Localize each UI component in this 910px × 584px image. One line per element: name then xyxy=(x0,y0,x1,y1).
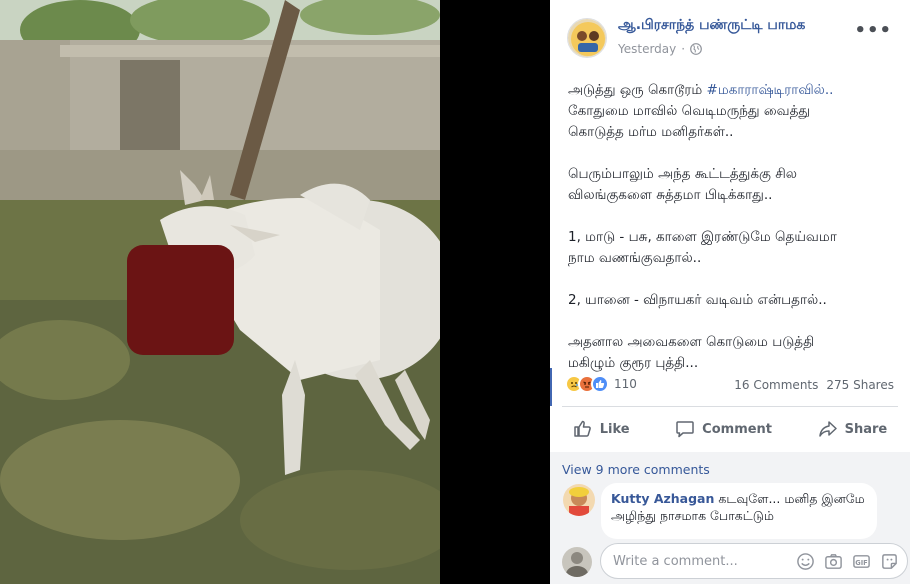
comment-composer: GIF xyxy=(550,540,910,584)
post-stats: 110 16 Comments 275 Shares xyxy=(550,372,910,400)
camera-icon[interactable] xyxy=(824,552,843,571)
cow-photo-illustration xyxy=(0,0,440,584)
comment-button[interactable]: Comment xyxy=(667,413,780,445)
share-icon xyxy=(818,421,837,437)
post-paragraph: 1, மாடு - பசு, காளை இரண்டுமே தெய்வமா நாம… xyxy=(568,229,837,266)
redaction-block xyxy=(127,245,234,355)
comment-tools: GIF xyxy=(796,552,899,571)
thumbs-up-icon xyxy=(574,420,591,437)
photo-viewer: ஆ.பிரசாந்த் பண்ருட்டி பாமக Yesterday · •… xyxy=(0,0,910,584)
reaction-count: 110 xyxy=(614,377,637,391)
share-button[interactable]: Share xyxy=(810,413,896,445)
shares-count[interactable]: 275 Shares xyxy=(826,378,894,392)
post-timestamp[interactable]: Yesterday xyxy=(618,42,676,56)
like-reaction-icon xyxy=(591,375,609,393)
svg-text:GIF: GIF xyxy=(855,559,867,567)
emoji-icon[interactable] xyxy=(796,552,815,571)
post-paragraph: அடுத்து ஒரு கொடூரம் #மகாராஷ்டிராவில்.. க… xyxy=(568,82,834,140)
commenter-avatar[interactable] xyxy=(563,484,595,516)
current-user-avatar xyxy=(562,547,592,577)
globe-icon[interactable] xyxy=(690,43,702,55)
comments-count[interactable]: 16 Comments xyxy=(734,378,818,392)
more-options-button[interactable]: ••• xyxy=(854,20,892,41)
hashtag-link[interactable]: #மகாராஷ்டிராவில்.. xyxy=(707,82,834,98)
post-panel: ஆ.பிரசாந்த் பண்ருட்டி பாமக Yesterday · •… xyxy=(550,0,910,584)
comment-icon xyxy=(676,421,694,438)
comment-bubble: Kutty Azhagan கடவுளே... மனித இனமே அழிந்து… xyxy=(601,483,877,539)
divider xyxy=(562,406,898,407)
comment-input[interactable] xyxy=(613,552,773,570)
post-meta: Yesterday · xyxy=(618,42,702,56)
like-label: Like xyxy=(599,421,630,437)
author-name[interactable]: ஆ.பிரசாந்த் பண்ருட்டி பாமக xyxy=(618,17,805,35)
post-photo[interactable] xyxy=(0,0,440,584)
share-label: Share xyxy=(844,421,888,437)
comment-input-box[interactable]: GIF xyxy=(600,543,908,579)
post-header: ஆ.பிரசாந்த் பண்ருட்டி பாமக Yesterday · •… xyxy=(550,0,910,70)
post-text: அடுத்து ஒரு கொடூரம் #மகாராஷ்டிராவில்.. க… xyxy=(568,80,903,395)
gif-icon[interactable]: GIF xyxy=(852,552,871,571)
view-more-comments-link[interactable]: View 9 more comments xyxy=(562,462,710,477)
action-bar: Like Comment Share xyxy=(550,410,910,448)
post-paragraph: பெரும்பாலும் அந்த கூட்டத்துக்கு சில விலங… xyxy=(568,166,797,203)
reactions-summary[interactable]: 110 xyxy=(565,375,637,393)
comment-label: Comment xyxy=(702,421,773,437)
comments-section: View 9 more comments Kutty Azhagan கடவுளே… xyxy=(550,452,910,584)
commenter-name[interactable]: Kutty Azhagan xyxy=(611,491,714,506)
author-avatar[interactable] xyxy=(567,18,607,58)
post-paragraph: 2, யானை - விநாயகர் வடிவம் என்பதால்.. xyxy=(568,292,827,308)
sticker-icon[interactable] xyxy=(880,552,899,571)
like-button[interactable]: Like xyxy=(565,413,638,445)
post-paragraph: அதனால அவைகளை கொடுமை படுத்தி மகிழும் குரூ… xyxy=(568,334,815,371)
engagement-counts: 16 Comments 275 Shares xyxy=(734,378,894,392)
